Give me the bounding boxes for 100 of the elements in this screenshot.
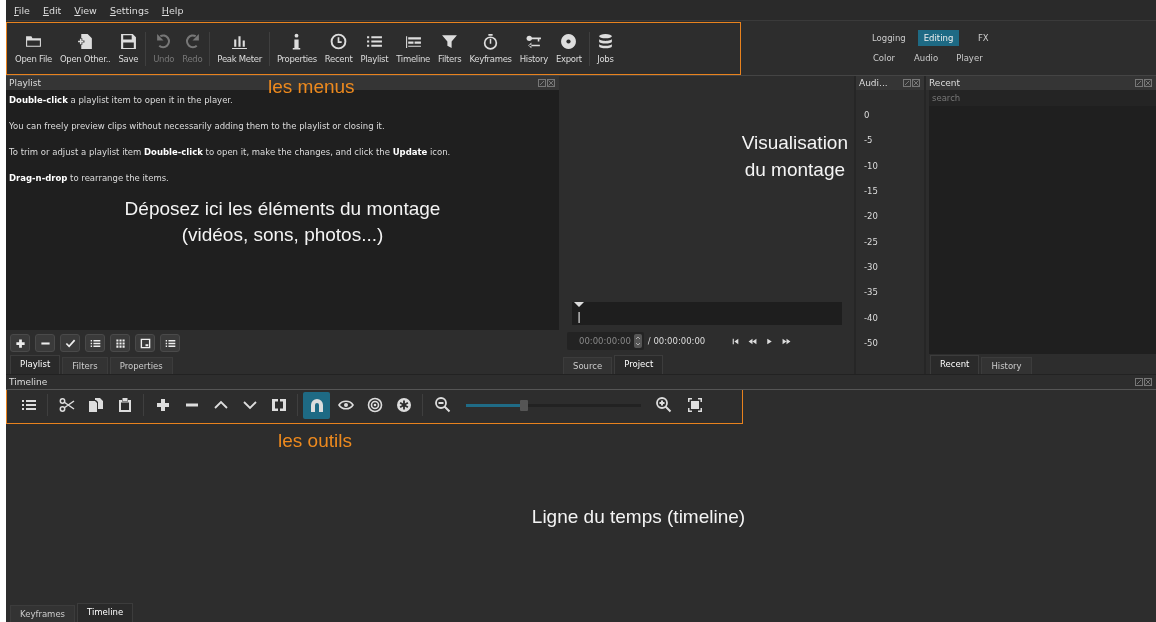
timeline-icon — [404, 33, 422, 50]
toolbar-button[interactable]: Open Other.. — [55, 33, 115, 64]
scale-label: -40 — [864, 312, 879, 323]
help-text: Drag-n-drop to rearrange the items. — [9, 173, 170, 183]
fit-icon[interactable] — [687, 397, 703, 413]
panel-tab[interactable]: Timeline — [77, 603, 134, 622]
zoom-out-icon[interactable] — [434, 396, 452, 414]
float-icon[interactable] — [538, 79, 546, 87]
plus-icon — [14, 337, 26, 349]
layout-button[interactable]: Player — [950, 50, 989, 66]
panel-tab[interactable]: History — [981, 357, 1032, 374]
layout-button[interactable]: FX — [965, 30, 1002, 46]
split-icon — [270, 397, 287, 413]
close-icon[interactable] — [912, 79, 920, 87]
annotation-text: Visualisation du montage — [741, 131, 848, 182]
folder-icon — [24, 33, 42, 50]
target-icon — [366, 397, 383, 413]
panel-tab[interactable]: Source — [563, 357, 613, 374]
rewind-icon — [748, 336, 758, 346]
scale-label: -5 — [864, 135, 874, 146]
toolbar-button[interactable]: Export — [551, 33, 586, 64]
panel-title: Audi... — [859, 78, 888, 88]
grid-icon — [114, 337, 126, 349]
playlist-button[interactable] — [60, 334, 80, 352]
panel-tab[interactable]: Project — [614, 355, 664, 374]
scale-label: -20 — [864, 211, 879, 222]
layout-button[interactable]: Audio — [908, 50, 945, 66]
duration-text: / 00:00:00:00 — [647, 336, 706, 346]
transport-button[interactable] — [765, 336, 775, 346]
transport-button[interactable] — [731, 336, 741, 346]
stopwatch-icon — [482, 33, 500, 50]
timeline-tool[interactable] — [303, 391, 330, 419]
fast-forward-icon — [782, 336, 792, 346]
spin-icon[interactable] — [633, 334, 642, 348]
menu-icon — [164, 337, 176, 349]
close-icon[interactable] — [1144, 79, 1152, 87]
toolbar-button[interactable]: Playlist — [356, 33, 393, 64]
toolbar-button[interactable]: Save — [114, 33, 143, 64]
float-icon[interactable] — [903, 79, 911, 87]
scale-label: 0 — [864, 110, 871, 120]
panel-tab[interactable]: Filters — [62, 357, 108, 374]
layout-button[interactable]: Editing — [917, 30, 960, 46]
playlist-button[interactable] — [10, 334, 30, 352]
database-icon — [596, 33, 614, 50]
menu-item[interactable]: Settings — [109, 4, 149, 16]
asterisk-circle-icon — [395, 397, 412, 413]
transport-button[interactable] — [782, 336, 792, 346]
panel-tab[interactable]: Keyframes — [10, 605, 76, 622]
scale-label: -10 — [864, 160, 879, 171]
toolbar-button[interactable]: History — [515, 33, 552, 64]
float-icon[interactable] — [1135, 378, 1143, 386]
playlist-button[interactable] — [135, 334, 155, 352]
annotation-text: les menus — [268, 76, 355, 98]
magnet-icon — [308, 397, 325, 413]
playhead-icon[interactable] — [574, 302, 584, 324]
toolbar-button[interactable]: Recent — [320, 33, 357, 64]
menu-item[interactable]: Edit — [42, 4, 62, 16]
key-icon — [525, 33, 543, 50]
playlist-button[interactable] — [110, 334, 130, 352]
panel-tab[interactable]: Playlist — [10, 355, 61, 374]
toolbar-button[interactable]: Filters — [434, 33, 466, 64]
zoom-in-icon[interactable] — [655, 396, 673, 414]
filter-icon — [441, 33, 459, 50]
playlist-button[interactable] — [85, 334, 105, 352]
redo-icon — [183, 33, 201, 50]
close-icon[interactable] — [547, 79, 555, 87]
toolbar-button[interactable]: Open File — [11, 33, 56, 64]
toolbar-button[interactable]: Timeline — [392, 33, 434, 64]
toolbar-button[interactable]: Properties — [272, 33, 321, 64]
help-text: To trim or adjust a playlist item Double-click to open it, make the changes, and click the Update icon. — [9, 147, 452, 157]
bar-meter-icon — [231, 33, 249, 50]
transport-button[interactable] — [748, 336, 758, 346]
annotation-text: Ligne du temps (timeline) — [531, 506, 746, 529]
panel-title: Timeline — [9, 377, 48, 387]
scale-label: -30 — [864, 261, 879, 272]
annotation-text: les outils — [278, 430, 352, 452]
toolbar-button[interactable]: Keyframes — [465, 33, 516, 64]
plus-icon — [154, 397, 171, 413]
menu-icon — [20, 397, 37, 413]
panel-tab[interactable]: Recent — [930, 355, 980, 374]
list-icon — [365, 33, 383, 50]
timecode-field[interactable]: 00:00:00:00 — [567, 332, 644, 350]
scale-label: -15 — [864, 186, 879, 196]
panel-tab[interactable]: Properties — [109, 357, 173, 374]
annotation-text: Déposez ici les éléments du montage (vidéos, sons, photos...) — [123, 197, 442, 247]
menu-item[interactable]: Help — [161, 4, 184, 16]
search-field[interactable]: search — [929, 90, 1156, 106]
tile-icon — [139, 337, 151, 349]
menu-item[interactable]: File — [14, 4, 30, 16]
scale-label: -25 — [864, 236, 879, 247]
float-icon[interactable] — [1135, 79, 1143, 87]
close-icon[interactable] — [1144, 378, 1152, 386]
layout-button[interactable]: Color — [866, 50, 902, 66]
playlist-button[interactable] — [160, 334, 180, 352]
menu-item[interactable]: View — [74, 4, 97, 16]
toolbar-button[interactable]: Jobs — [592, 33, 618, 64]
document-plus-icon — [76, 33, 94, 50]
playlist-button[interactable] — [35, 334, 55, 352]
layout-button[interactable]: Logging — [866, 30, 912, 46]
toolbar-button[interactable]: Peak Meter — [213, 33, 266, 64]
